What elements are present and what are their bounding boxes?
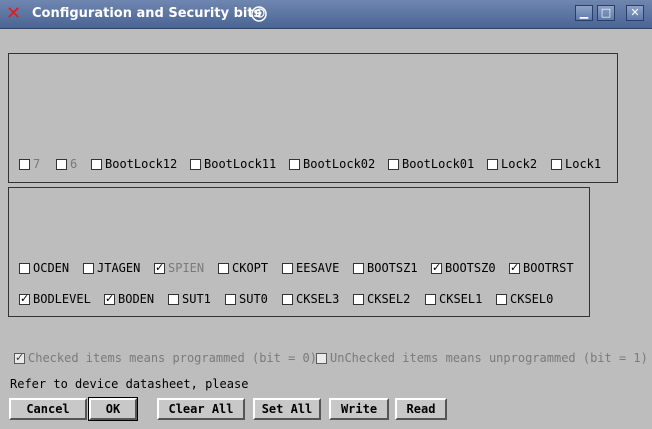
checkbox-bodlevel[interactable]: BODLEVEL <box>19 292 91 306</box>
checkbox-label: BootLock12 <box>105 157 178 171</box>
checkbox-label: BOOTSZ1 <box>367 261 418 275</box>
checkbox-sut0[interactable]: SUT0 <box>225 292 268 306</box>
window-title: Configuration and Security bits <box>32 6 262 21</box>
checkbox-box[interactable] <box>190 158 201 170</box>
checkbox-bootsz1[interactable]: BOOTSZ1 <box>353 261 418 275</box>
legend-checked: Checked items means programmed (bit = 0) <box>14 351 317 365</box>
checkbox-lock1[interactable]: Lock1 <box>551 157 601 171</box>
checkbox-box[interactable] <box>218 262 229 274</box>
title-bar[interactable]: ✕ Configuration and Security bits ▁ □ ✕ <box>0 0 652 29</box>
checkbox-bootlock12[interactable]: BootLock12 <box>91 157 177 171</box>
read-button[interactable]: Read <box>395 398 447 420</box>
checkbox-box[interactable] <box>282 262 293 274</box>
checkbox-label: BootLock02 <box>303 157 376 171</box>
legend-checked-text: Checked items means programmed (bit = 0) <box>28 351 317 365</box>
checkbox-label: JTAGEN <box>97 261 141 275</box>
checkbox-sut1[interactable]: SUT1 <box>168 292 211 306</box>
checkbox-label: EESAVE <box>296 261 340 275</box>
cancel-button[interactable]: Cancel <box>9 398 87 420</box>
checkbox-box[interactable] <box>19 292 30 305</box>
checkbox-cksel2[interactable]: CKSEL2 <box>353 292 410 306</box>
checkbox-label: CKOPT <box>232 261 269 275</box>
checkbox-box <box>19 158 30 170</box>
checkbox-7: 7 <box>19 157 40 171</box>
legend-unchecked: UnChecked items means unprogrammed (bit … <box>316 351 648 365</box>
checkbox-box[interactable] <box>282 293 293 305</box>
checkbox-cksel3[interactable]: CKSEL3 <box>282 292 339 306</box>
checkbox-label: OCDEN <box>33 261 70 275</box>
checkbox-label: Lock1 <box>565 157 602 171</box>
checkbox-bootrst[interactable]: BOOTRST <box>509 261 574 275</box>
checkbox-box[interactable] <box>425 293 436 305</box>
legend-unchecked-box <box>316 352 327 364</box>
checkbox-label: BOOTRST <box>523 261 574 275</box>
checkbox-label: 6 <box>70 157 78 171</box>
maximize-button[interactable]: □ <box>597 5 615 21</box>
checkbox-box[interactable] <box>388 158 399 170</box>
legend-unchecked-text: UnChecked items means unprogrammed (bit … <box>330 351 648 365</box>
checkbox-spien: SPIEN <box>154 261 204 275</box>
checkbox-box[interactable] <box>551 158 562 170</box>
checkbox-label: SUT0 <box>239 292 268 306</box>
checkbox-cksel1[interactable]: CKSEL1 <box>425 292 482 306</box>
checkbox-label: BODEN <box>118 292 155 306</box>
checkbox-box[interactable] <box>19 262 30 274</box>
checkbox-box <box>154 261 165 274</box>
checkbox-box[interactable] <box>225 293 236 305</box>
checkbox-box[interactable] <box>353 262 364 274</box>
checkbox-label: BOOTSZ0 <box>445 261 496 275</box>
checkbox-label: Lock2 <box>501 157 538 171</box>
checkbox-bootlock01[interactable]: BootLock01 <box>388 157 474 171</box>
checkbox-label: CKSEL0 <box>510 292 554 306</box>
checkbox-label: BODLEVEL <box>33 292 91 306</box>
checkbox-box[interactable] <box>353 293 364 305</box>
checkbox-box[interactable] <box>104 292 115 305</box>
checkbox-box[interactable] <box>496 293 507 305</box>
checkbox-ocden[interactable]: OCDEN <box>19 261 69 275</box>
close-button[interactable]: ✕ <box>626 5 644 21</box>
checkbox-box[interactable] <box>83 262 94 274</box>
checkbox-box[interactable] <box>168 293 179 305</box>
checkbox-boden[interactable]: BODEN <box>104 292 154 306</box>
checkbox-bootsz0[interactable]: BOOTSZ0 <box>431 261 496 275</box>
checkbox-eesave[interactable]: EESAVE <box>282 261 339 275</box>
checkbox-lock2[interactable]: Lock2 <box>487 157 537 171</box>
minimize-button[interactable]: ▁ <box>575 5 593 21</box>
checkbox-bootlock11[interactable]: BootLock11 <box>190 157 276 171</box>
swirl-logo-icon <box>251 6 267 22</box>
checkbox-6: 6 <box>56 157 77 171</box>
checkbox-box <box>56 158 67 170</box>
checkbox-label: 7 <box>33 157 41 171</box>
checkbox-box[interactable] <box>509 261 520 274</box>
ok-button[interactable]: OK <box>88 397 138 421</box>
checkbox-label: BootLock11 <box>204 157 277 171</box>
checkbox-box[interactable] <box>289 158 300 170</box>
checkbox-label: CKSEL3 <box>296 292 340 306</box>
write-button[interactable]: Write <box>329 398 389 420</box>
checkbox-label: BootLock01 <box>402 157 475 171</box>
clear-all-button[interactable]: Clear All <box>157 398 245 420</box>
checkbox-box[interactable] <box>487 158 498 170</box>
checkbox-box[interactable] <box>91 158 102 170</box>
checkbox-jtagen[interactable]: JTAGEN <box>83 261 140 275</box>
checkbox-box[interactable] <box>431 261 442 274</box>
checkbox-label: CKSEL2 <box>367 292 411 306</box>
checkbox-label: SUT1 <box>182 292 211 306</box>
checkbox-bootlock02[interactable]: BootLock02 <box>289 157 375 171</box>
checkbox-label: SPIEN <box>168 261 205 275</box>
legend-checked-box <box>14 351 25 364</box>
checkbox-cksel0[interactable]: CKSEL0 <box>496 292 553 306</box>
checkbox-ckopt[interactable]: CKOPT <box>218 261 268 275</box>
app-x-icon: ✕ <box>6 3 22 24</box>
checkbox-label: CKSEL1 <box>439 292 483 306</box>
set-all-button[interactable]: Set All <box>253 398 321 420</box>
refer-datasheet-text: Refer to device datasheet, please <box>10 377 249 391</box>
